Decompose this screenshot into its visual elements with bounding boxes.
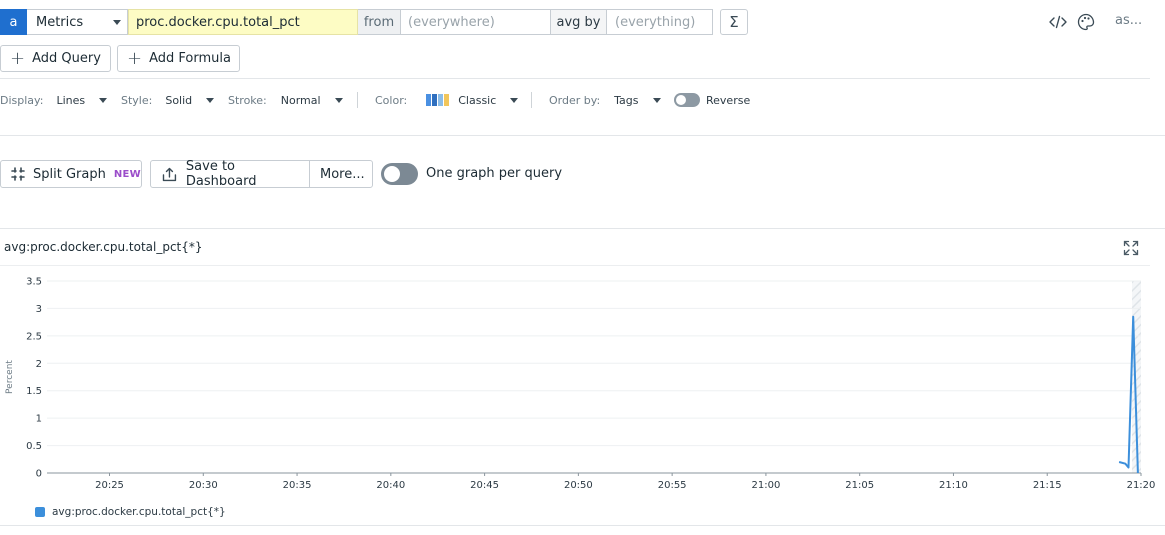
palette-swatch [432, 94, 438, 106]
y-tick-label: 3.5 [26, 277, 42, 288]
plus-icon: + [10, 47, 26, 69]
reverse-toggle[interactable] [674, 93, 700, 107]
chevron-down-icon [113, 20, 121, 25]
add-query-button[interactable]: + Add Query [0, 45, 111, 72]
data-source-label: Metrics [36, 14, 84, 30]
y-tick-label: 3 [36, 304, 42, 315]
graph-title: avg:proc.docker.cpu.total_pct{*} [4, 240, 203, 254]
query-letter-badge[interactable]: a [0, 9, 27, 35]
x-tick-label: 20:25 [95, 480, 124, 491]
from-label: from [358, 9, 401, 35]
x-tick-label: 20:50 [564, 480, 593, 491]
y-tick-label: 1.5 [26, 386, 42, 397]
palette-swatch [444, 94, 450, 106]
chevron-down-icon [652, 97, 661, 103]
one-graph-per-query-toggle[interactable] [381, 163, 418, 185]
y-tick-label: 0.5 [26, 441, 42, 452]
chart-legend[interactable]: avg:proc.docker.cpu.total_pct{*} [35, 506, 226, 518]
truncated-options-text[interactable]: as... [1115, 13, 1142, 28]
palette-icon[interactable] [1075, 11, 1097, 33]
divider [0, 78, 1150, 79]
more-button[interactable]: More... [309, 160, 373, 188]
palette-swatch [426, 94, 432, 106]
expand-icon[interactable] [1123, 240, 1139, 256]
legend-swatch [35, 507, 45, 517]
x-tick-label: 21:00 [752, 480, 781, 491]
add-query-label: Add Query [32, 51, 101, 66]
reverse-label: Reverse [706, 93, 751, 107]
y-tick-label: 0 [36, 469, 42, 480]
x-tick-label: 20:40 [376, 480, 405, 491]
divider [0, 135, 1165, 136]
style-value: Solid [165, 93, 193, 107]
data-source-select[interactable]: Metrics [27, 9, 128, 35]
x-tick-label: 20:55 [658, 480, 687, 491]
display-label: Display: [0, 93, 44, 107]
sigma-functions-button[interactable]: Σ [720, 9, 748, 35]
code-icon[interactable] [1047, 11, 1069, 33]
color-value: Classic [458, 93, 497, 107]
timeseries-chart: 0 0.5 1 1.5 2 2.5 3 3.5 Percent 20:25 20:30 20:35 2… [5, 277, 1156, 492]
save-to-dashboard-label: Save to Dashboard [185, 159, 257, 189]
order-by-value: Tags [614, 93, 639, 107]
split-graph-icon [11, 167, 25, 181]
save-to-dashboard-button[interactable]: Save to Dashboard [150, 159, 310, 189]
color-option[interactable]: Color: Classic [375, 93, 519, 107]
color-label: Color: [375, 93, 408, 107]
order-by-option[interactable]: Order by: Tags [549, 93, 661, 107]
add-formula-label: Add Formula [149, 51, 231, 66]
stroke-option[interactable]: Stroke: Normal [228, 93, 343, 107]
avg-by-input[interactable]: (everything) [607, 9, 713, 35]
y-tick-label: 2.5 [26, 331, 42, 342]
x-tick-label: 20:30 [189, 480, 218, 491]
divider [531, 92, 532, 108]
chevron-down-icon [99, 97, 108, 103]
style-option[interactable]: Style: Solid [121, 93, 215, 107]
order-by-label: Order by: [549, 93, 601, 107]
plus-icon: + [127, 47, 143, 69]
chevron-down-icon [334, 97, 343, 103]
add-formula-button[interactable]: + Add Formula [117, 45, 240, 72]
x-tick-label: 21:10 [939, 480, 968, 491]
metric-input[interactable]: proc.docker.cpu.total_pct [128, 9, 358, 35]
from-scope-input[interactable]: (everywhere) [401, 9, 551, 35]
display-option[interactable]: Display: Lines [0, 93, 108, 107]
stroke-value: Normal [280, 93, 321, 107]
export-icon [162, 167, 177, 181]
x-tick-label: 20:45 [470, 480, 499, 491]
y-tick-label: 1 [36, 414, 42, 425]
avg-by-select[interactable]: avg by [551, 9, 607, 35]
x-tick-label: 21:05 [845, 480, 874, 491]
new-badge: NEW [113, 168, 141, 180]
y-tick-label: 2 [36, 359, 42, 370]
legend-label: avg:proc.docker.cpu.total_pct{*} [52, 506, 226, 518]
color-palette-icon [426, 94, 450, 106]
x-tick-label: 20:35 [283, 480, 312, 491]
split-graph-button[interactable]: Split Graph NEW [0, 160, 142, 188]
style-label: Style: [121, 93, 153, 107]
chevron-down-icon [206, 97, 215, 103]
stroke-label: Stroke: [228, 93, 267, 107]
palette-swatch [438, 94, 444, 106]
one-graph-per-query-label: One graph per query [426, 166, 563, 181]
split-graph-label: Split Graph [33, 166, 106, 182]
x-tick-label: 21:15 [1033, 480, 1062, 491]
x-tick-label: 21:20 [1127, 480, 1156, 491]
chevron-down-icon [510, 97, 519, 103]
y-axis-label: Percent [5, 360, 15, 394]
display-value: Lines [56, 93, 86, 107]
divider [357, 92, 358, 108]
